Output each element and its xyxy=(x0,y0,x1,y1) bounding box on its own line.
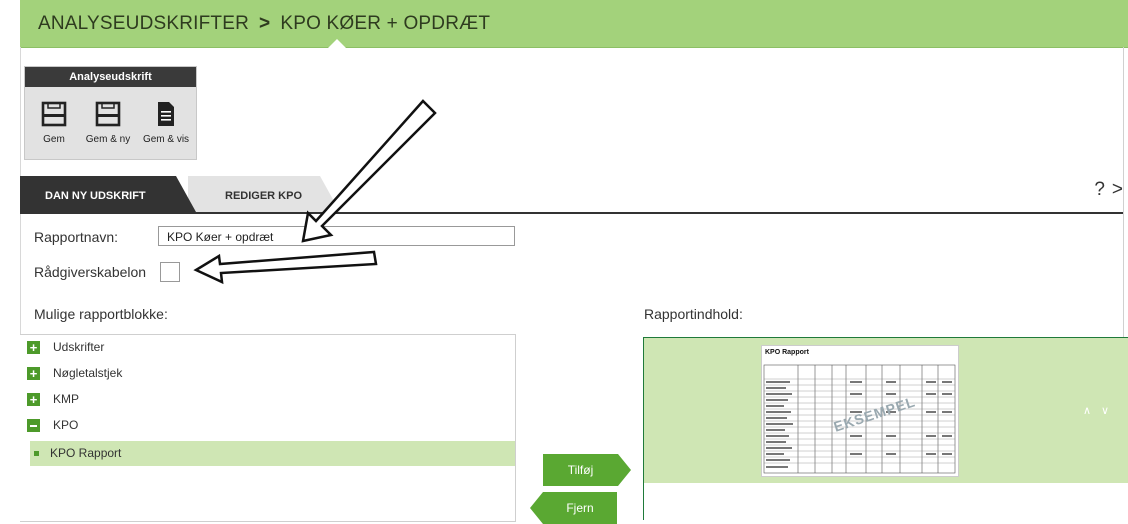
report-content-panel: KPO Rapport EKSEMPEL ∧ ∨ xyxy=(643,337,1128,521)
report-content-title: Rapportindhold: xyxy=(644,306,743,322)
tree-item-kpo-rapport-label: KPO Rapport xyxy=(50,446,122,460)
remove-button-label: Fjern xyxy=(566,501,594,515)
available-blocks-title: Mulige rapportblokke: xyxy=(34,306,168,322)
move-down-icon[interactable]: ∨ xyxy=(1096,404,1114,417)
add-button[interactable]: Tilføj xyxy=(543,454,631,486)
expand-icon[interactable]: + xyxy=(27,367,40,381)
tree-item-label: Nøgletalstjek xyxy=(53,366,123,380)
tree-item-label: Udskrifter xyxy=(53,340,105,354)
kpo-report-preview[interactable]: KPO Rapport EKSEMPEL xyxy=(761,345,959,477)
tree-item-kpo[interactable]: KPO xyxy=(27,418,78,436)
remove-button[interactable]: Fjern xyxy=(530,492,617,524)
tree-item-label: KPO xyxy=(53,418,79,432)
tree-item-kmp[interactable]: + KMP xyxy=(27,392,79,410)
tree-item-udskrifter[interactable]: + Udskrifter xyxy=(27,340,104,358)
move-up-icon[interactable]: ∧ xyxy=(1078,404,1096,417)
expand-icon[interactable]: + xyxy=(27,341,40,355)
tree-item-label: KMP xyxy=(53,392,80,406)
expand-icon[interactable]: + xyxy=(27,393,40,407)
add-button-label: Tilføj xyxy=(567,463,594,477)
available-blocks-tree xyxy=(20,334,516,522)
bullet-icon xyxy=(34,451,39,456)
tree-item-noegletalstjek[interactable]: + Nøgletalstjek xyxy=(27,366,122,384)
report-content-empty-area xyxy=(644,483,1128,521)
collapse-icon[interactable] xyxy=(27,419,40,433)
reorder-controls: ∧ ∨ xyxy=(1078,404,1114,417)
